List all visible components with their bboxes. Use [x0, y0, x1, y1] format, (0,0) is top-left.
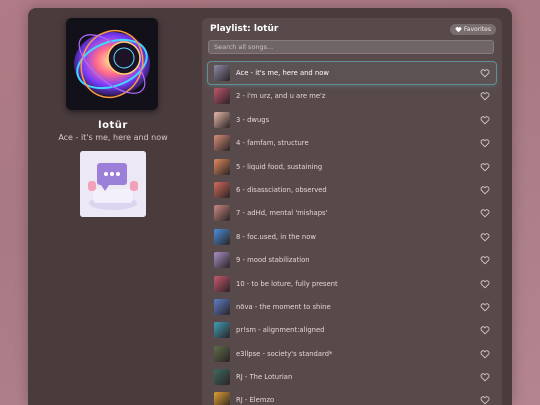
track-artwork-icon	[214, 88, 230, 105]
visualizer-thumbnail[interactable]	[80, 151, 146, 217]
favorite-heart-icon[interactable]	[480, 115, 490, 125]
search-input[interactable]	[208, 40, 494, 54]
favorite-heart-icon[interactable]	[480, 91, 490, 101]
playlist-panel: Playlist: lotür Favorites Ace - it's me,…	[202, 18, 502, 405]
track-artwork-icon	[214, 252, 230, 269]
favorite-heart-icon[interactable]	[480, 302, 490, 312]
favorite-heart-icon[interactable]	[480, 138, 490, 148]
playlist-title: Playlist: lotür	[210, 24, 279, 34]
track-row[interactable]: nōva - the moment to shine	[208, 296, 496, 318]
track-title: 4 - famfam, structure	[236, 139, 309, 148]
favorite-heart-icon[interactable]	[480, 208, 490, 218]
favorites-label: Favorites	[463, 26, 491, 33]
track-title: RJ - The Loturian	[236, 373, 293, 382]
track-row[interactable]: e3llpse - society's standard*	[208, 343, 496, 365]
track-artwork-icon	[214, 65, 230, 81]
track-artwork-icon	[214, 275, 230, 292]
track-artwork-icon	[214, 111, 230, 128]
track-title: 5 - liquid food, sustaining	[236, 162, 323, 171]
track-title: e3llpse - society's standard*	[236, 349, 333, 358]
track-title: 3 - dwugs	[236, 115, 270, 124]
track-row[interactable]: pr!sm - alignment:aligned	[208, 319, 496, 341]
artist-name: lotür	[98, 120, 128, 131]
favorites-button[interactable]: Favorites	[449, 24, 496, 35]
track-list: Ace - it's me, here and now 2 - i'm urz, …	[207, 61, 497, 405]
track-artwork-icon	[214, 135, 230, 152]
track-artwork-icon	[214, 181, 230, 198]
now-playing-panel: lotür Ace - it's me, here and now	[28, 8, 198, 405]
track-row[interactable]: 8 - foc.used, in the now	[208, 226, 496, 248]
heart-icon	[455, 27, 462, 33]
player-window: lotür Ace - it's me, here and now Playli…	[28, 8, 512, 405]
track-artwork-icon	[214, 369, 230, 386]
track-row[interactable]: 3 - dwugs	[208, 109, 496, 131]
track-row[interactable]: 10 - to be loture, fully present	[208, 273, 496, 295]
now-playing-title: Ace - it's me, here and now	[58, 133, 168, 142]
track-row[interactable]: 7 - adHd, mental 'mishaps'	[208, 202, 496, 224]
track-artwork-icon	[214, 298, 230, 315]
track-artwork-icon	[214, 322, 230, 339]
track-title: 9 - mood stabilization	[236, 256, 310, 265]
favorite-heart-icon[interactable]	[480, 162, 490, 172]
track-title: RJ - Elemzo	[236, 396, 275, 405]
track-artwork-icon	[214, 345, 230, 362]
track-artwork-icon	[214, 228, 230, 245]
track-row[interactable]: 5 - liquid food, sustaining	[208, 156, 496, 178]
track-title: pr!sm - alignment:aligned	[236, 326, 325, 335]
track-title: Ace - it's me, here and now	[236, 69, 329, 77]
favorite-heart-icon[interactable]	[480, 68, 490, 78]
favorite-heart-icon[interactable]	[480, 279, 490, 289]
favorite-heart-icon[interactable]	[480, 232, 490, 242]
track-row[interactable]: 2 - i'm urz, and u are me'z	[208, 85, 496, 107]
favorite-heart-icon[interactable]	[480, 372, 490, 382]
track-title: 8 - foc.used, in the now	[236, 232, 316, 241]
track-title: nōva - the moment to shine	[236, 302, 331, 311]
track-title: 7 - adHd, mental 'mishaps'	[236, 209, 328, 218]
track-artwork-icon	[214, 205, 230, 222]
favorite-heart-icon[interactable]	[480, 395, 490, 405]
track-row[interactable]: 6 - disassciation, observed	[208, 179, 496, 201]
track-artwork-icon	[214, 392, 230, 405]
track-row[interactable]: Ace - it's me, here and now	[207, 61, 497, 85]
favorite-heart-icon[interactable]	[480, 185, 490, 195]
track-artwork-icon	[214, 158, 230, 175]
track-row[interactable]: RJ - Elemzo	[208, 389, 496, 405]
track-title: 10 - to be loture, fully present	[236, 279, 338, 288]
track-row[interactable]: 9 - mood stabilization	[208, 249, 496, 271]
track-row[interactable]: 4 - famfam, structure	[208, 132, 496, 154]
track-title: 2 - i'm urz, and u are me'z	[236, 92, 326, 101]
track-row[interactable]: RJ - The Loturian	[208, 366, 496, 388]
track-title: 6 - disassciation, observed	[236, 185, 327, 194]
favorite-heart-icon[interactable]	[480, 349, 490, 359]
favorite-heart-icon[interactable]	[480, 255, 490, 265]
favorite-heart-icon[interactable]	[480, 325, 490, 335]
album-cover	[66, 18, 158, 110]
